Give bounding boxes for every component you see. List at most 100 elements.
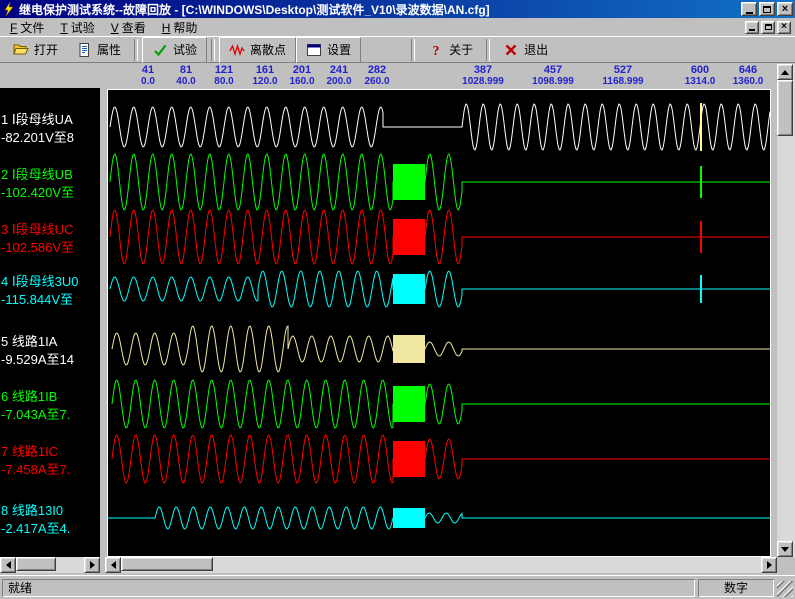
minimize-icon <box>746 12 753 14</box>
channel-range: -82.201V至8 <box>1 129 100 147</box>
close-icon: × <box>782 4 788 14</box>
channel-label-2: 2 Ⅰ段母线UB-102.420V至 <box>1 166 100 202</box>
sidebar-horizontal-scroll-track[interactable] <box>16 557 84 573</box>
vertical-scrollbar[interactable] <box>777 64 795 557</box>
channel-label-5: 5 线路1IA-9.529A至14 <box>1 333 100 369</box>
menubar: F文件T试验V查看H帮助 × <box>0 18 795 36</box>
arrow-up-icon <box>781 70 789 75</box>
channel-range: -7.458A至7. <box>1 461 100 479</box>
channel-name: 6 线路1IB <box>1 388 100 406</box>
toolbar-button-about[interactable]: ?关于 <box>419 38 482 62</box>
waveform-channel-2 <box>110 154 770 210</box>
channel-range: -115.844V至 <box>1 291 100 309</box>
fault-block-channel-6 <box>393 386 425 422</box>
toolbar-separator <box>486 39 490 61</box>
waveform-canvas[interactable] <box>108 90 770 556</box>
ruler-tick-387: 3871028.999 <box>448 65 518 87</box>
toolbar-button-props[interactable]: 属性 <box>67 38 130 62</box>
toolbar-button-label: 离散点 <box>250 41 286 58</box>
vertical-scroll-track[interactable] <box>777 80 795 541</box>
channel-label-8: 8 线路13I0-2.417A至4. <box>1 502 100 538</box>
titlebar: 继电保护测试系统--故障回放 - [C:\WINDOWS\Desktop\测试软… <box>0 0 795 18</box>
mdi-minimize-icon <box>749 29 755 31</box>
window-title: 继电保护测试系统--故障回放 - [C:\WINDOWS\Desktop\测试软… <box>19 1 737 18</box>
cursor-marker-channel-2 <box>700 166 702 198</box>
fault-block-channel-3 <box>393 219 425 255</box>
channel-name: 2 Ⅰ段母线UB <box>1 166 100 184</box>
toolbar-button-settings[interactable]: 设置 <box>296 37 361 63</box>
ruler-sample-label: 282 <box>342 65 412 76</box>
about-icon: ? <box>428 42 444 58</box>
toolbar-button-label: 设置 <box>327 41 351 58</box>
ruler-time-label: 1168.999 <box>588 76 658 87</box>
channel-range: -102.586V至 <box>1 239 100 257</box>
channel-name: 5 线路1IA <box>1 333 100 351</box>
ruler-tick-527: 5271168.999 <box>588 65 658 87</box>
channel-name: 1 Ⅰ段母线UA <box>1 111 100 129</box>
plot-horizontal-scroll-track[interactable] <box>121 557 761 573</box>
menu-item-t[interactable]: T试验 <box>52 18 102 37</box>
waveform-plot[interactable] <box>107 89 771 557</box>
mdi-minimize-button[interactable] <box>745 21 759 34</box>
toolbar-button-open[interactable]: 打开 <box>4 38 67 62</box>
plot-scroll-right-button[interactable] <box>761 557 777 573</box>
scroll-up-button[interactable] <box>777 64 793 80</box>
app-icon[interactable] <box>2 2 16 16</box>
waveform-channel-5 <box>112 326 770 372</box>
plot-scroll-left-button[interactable] <box>105 557 121 573</box>
cursor-marker-channel-1 <box>700 103 702 151</box>
sidebar-horizontal-scrollbar[interactable] <box>0 557 100 573</box>
vertical-scroll-thumb[interactable] <box>777 80 793 136</box>
arrow-right-icon <box>90 561 95 569</box>
ruler-time-label: 1360.0 <box>713 76 783 87</box>
ruler-tick-457: 4571098.999 <box>518 65 588 87</box>
cursor-marker-channel-4 <box>700 275 702 303</box>
toolbar-button-discrete[interactable]: 离散点 <box>219 37 296 63</box>
toolbar-separator <box>211 39 215 61</box>
close-button[interactable]: × <box>777 2 793 16</box>
status-message-panel: 就绪 <box>2 579 695 597</box>
plot-horizontal-scroll-thumb[interactable] <box>121 557 213 571</box>
toolbar-button-test[interactable]: 试验 <box>142 37 207 63</box>
channel-name: 4 Ⅰ段母线3U0 <box>1 273 100 291</box>
channel-list: 1 Ⅰ段母线UA-82.201V至8 2 Ⅰ段母线UB-102.420V至 3 Ⅰ段… <box>0 88 100 557</box>
status-message: 就绪 <box>8 579 32 596</box>
toolbar-button-exit[interactable]: 退出 <box>494 38 557 62</box>
fault-block-channel-2 <box>393 164 425 200</box>
waveform-channel-1 <box>110 104 770 150</box>
channel-range: -7.043A至7. <box>1 406 100 424</box>
menu-item-f[interactable]: F文件 <box>2 18 52 37</box>
menu-item-v[interactable]: V查看 <box>103 18 154 37</box>
channel-name: 3 Ⅰ段母线UC <box>1 221 100 239</box>
sidebar-scroll-right-button[interactable] <box>84 557 100 573</box>
toolbar-separator <box>134 39 138 61</box>
toolbar: 打开属性试验 离散点 设置 ?关于退出 <box>0 36 795 63</box>
scroll-down-button[interactable] <box>777 541 793 557</box>
ruler-sample-label: 527 <box>588 65 658 76</box>
mdi-restore-button[interactable] <box>761 21 775 34</box>
channel-name: 7 线路1IC <box>1 443 100 461</box>
menu-item-h[interactable]: H帮助 <box>154 18 206 37</box>
ruler-time-label: 260.0 <box>342 76 412 87</box>
open-folder-icon <box>13 42 29 58</box>
resize-grip[interactable] <box>777 581 793 597</box>
test-icon <box>152 42 168 58</box>
maximize-button[interactable] <box>759 2 775 16</box>
ruler-tick-646: 6461360.0 <box>713 65 783 87</box>
sidebar-scroll-left-button[interactable] <box>0 557 16 573</box>
waveform-channel-7 <box>112 435 770 483</box>
sidebar-horizontal-scroll-thumb[interactable] <box>16 557 56 571</box>
settings-icon <box>306 42 322 58</box>
mdi-close-button[interactable]: × <box>777 21 791 34</box>
ruler-tick-282: 282260.0 <box>342 65 412 87</box>
toolbar-button-label: 打开 <box>34 41 58 58</box>
properties-icon <box>76 42 92 58</box>
waveform-channel-6 <box>112 380 770 428</box>
channel-label-4: 4 Ⅰ段母线3U0-115.844V至 <box>1 273 100 309</box>
channel-name: 8 线路13I0 <box>1 502 100 520</box>
discrete-points-icon <box>229 42 245 58</box>
minimize-button[interactable] <box>741 2 757 16</box>
channel-label-7: 7 线路1IC-7.458A至7. <box>1 443 100 479</box>
plot-horizontal-scrollbar[interactable] <box>105 557 777 573</box>
arrow-left-icon <box>6 561 11 569</box>
